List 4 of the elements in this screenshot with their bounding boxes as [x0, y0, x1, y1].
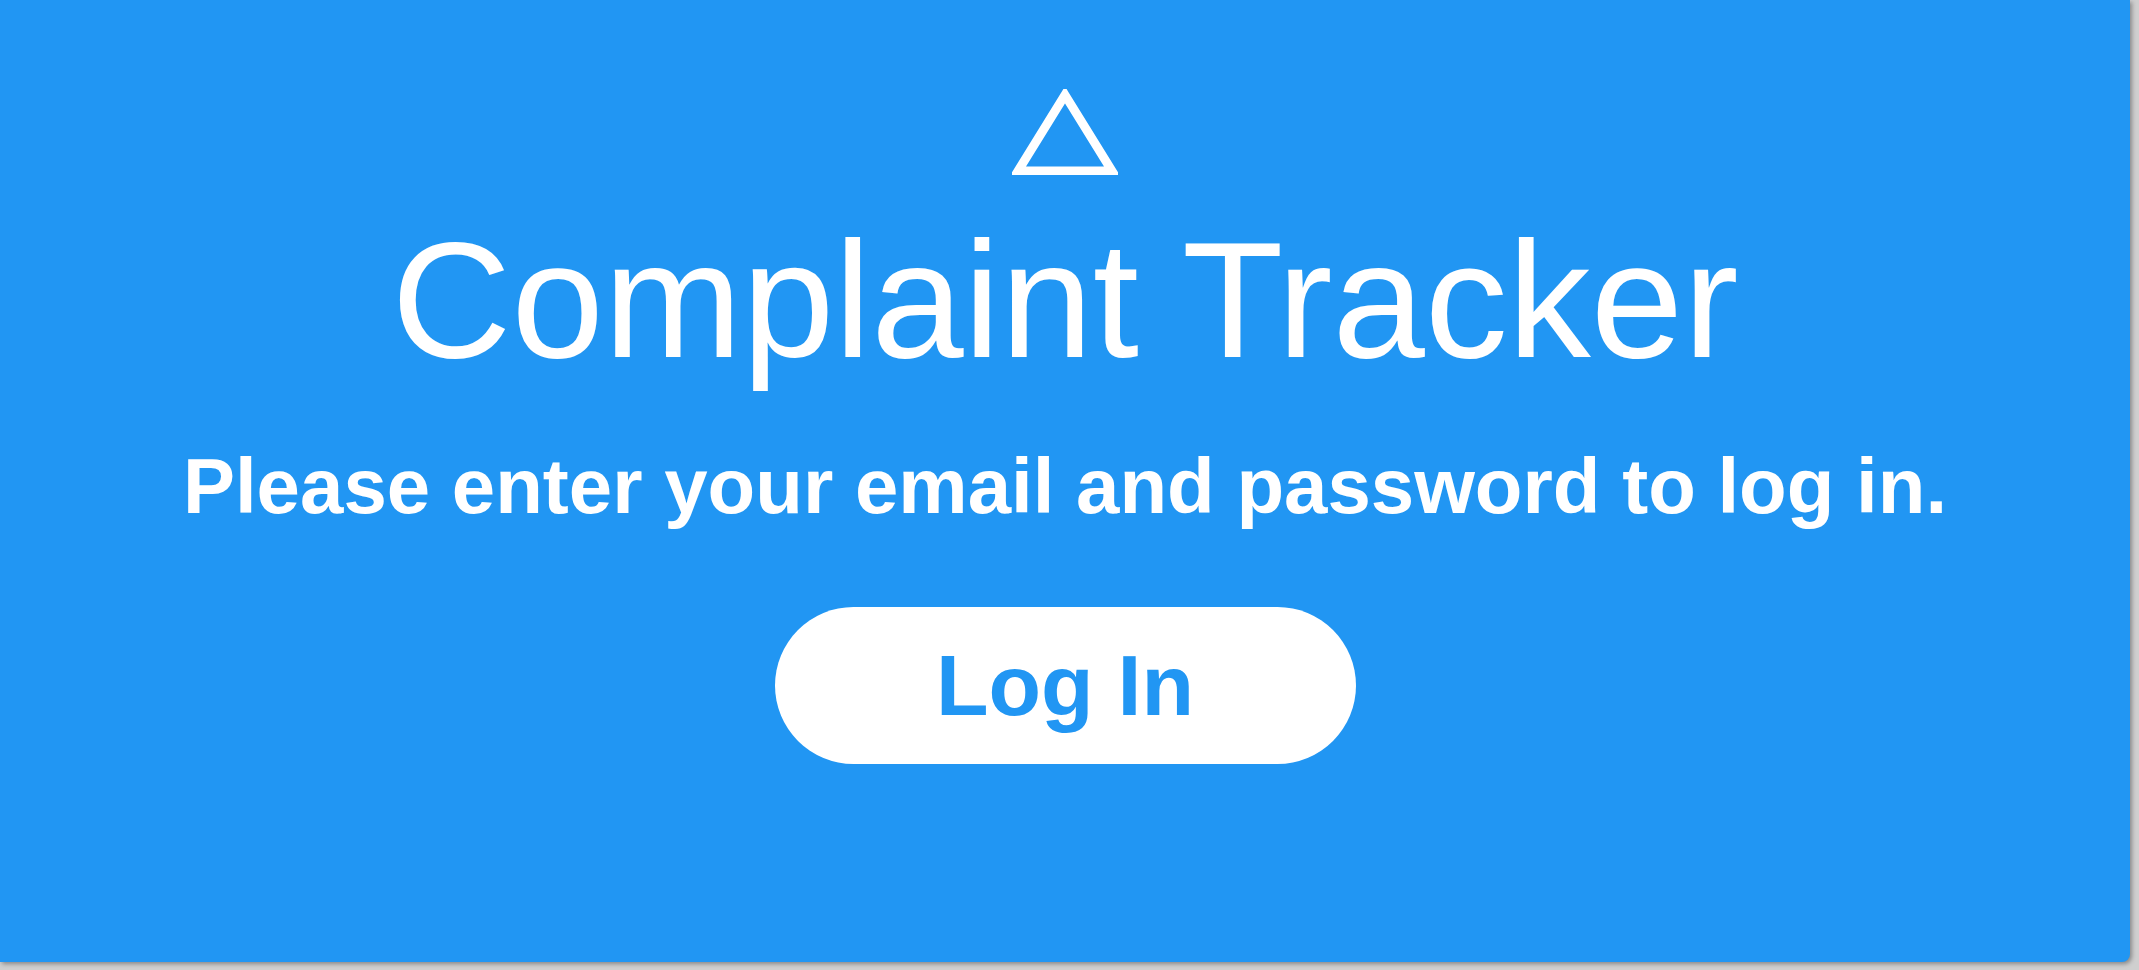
triangle-logo-icon: [1012, 89, 1118, 175]
login-button[interactable]: Log In: [774, 607, 1356, 765]
app-title: Complaint Tracker: [391, 209, 1739, 392]
login-instructions: Please enter your email and password to log in.: [182, 443, 1948, 530]
